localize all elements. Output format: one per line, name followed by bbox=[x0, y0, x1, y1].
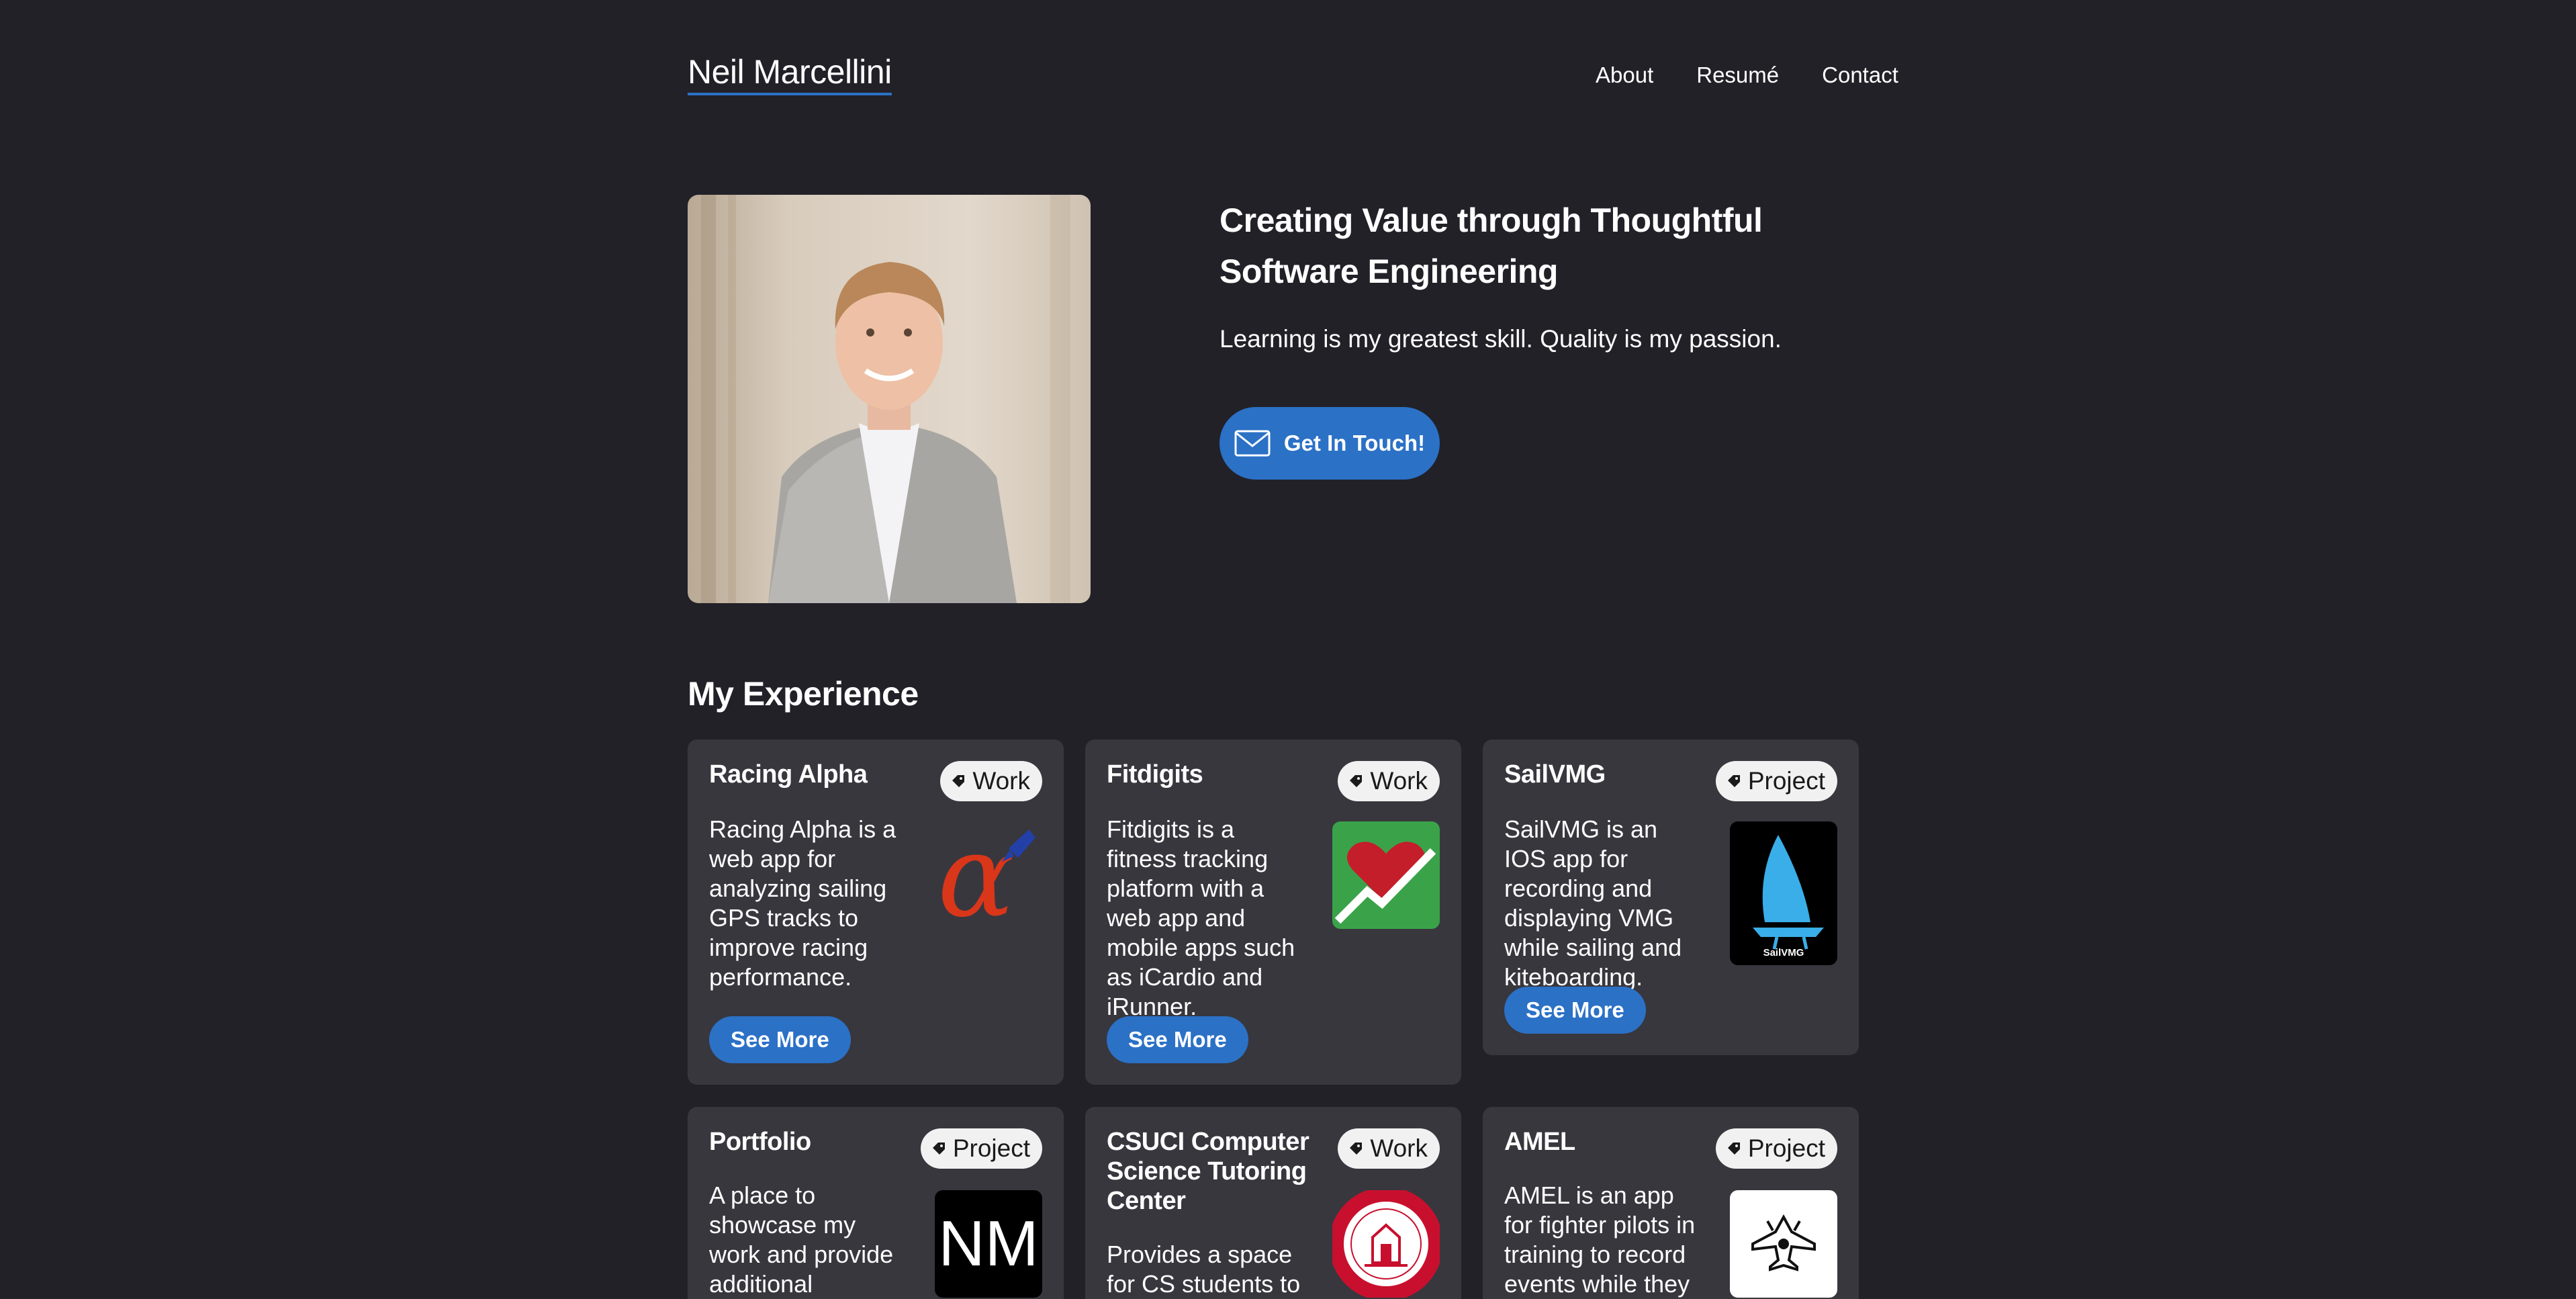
see-more-button[interactable]: See More bbox=[709, 1016, 851, 1063]
tag-badge: Work bbox=[1338, 1128, 1440, 1169]
tag-label: Project bbox=[1747, 1134, 1825, 1162]
card-title: SailVMG bbox=[1504, 760, 1606, 789]
tag-icon bbox=[951, 774, 966, 789]
experience-card-csuci: CSUCI Computer Science Tutoring Center W… bbox=[1085, 1107, 1461, 1299]
nav-link-resume[interactable]: Resumé bbox=[1696, 62, 1779, 89]
svg-text:α: α bbox=[937, 821, 1015, 929]
tag-label: Work bbox=[1370, 1134, 1428, 1162]
tag-badge: Project bbox=[1715, 761, 1837, 801]
card-description: AMEL is an app for fighter pilots in tra… bbox=[1504, 1181, 1696, 1298]
experience-heading: My Experience bbox=[688, 675, 919, 713]
tag-icon bbox=[1348, 1141, 1363, 1156]
main-nav: About Resumé Contact bbox=[1596, 62, 1898, 89]
tag-icon bbox=[1727, 774, 1741, 789]
card-description: Fitdigits is a fitness tracking platform… bbox=[1107, 815, 1295, 1020]
tag-icon bbox=[1348, 774, 1363, 789]
tag-label: Work bbox=[1370, 767, 1428, 795]
card-title: CSUCI Computer Science Tutoring Center bbox=[1107, 1128, 1309, 1215]
get-in-touch-label: Get In Touch! bbox=[1283, 431, 1426, 455]
racing-alpha-logo: α bbox=[935, 821, 1042, 929]
card-title: Fitdigits bbox=[1107, 760, 1203, 789]
profile-photo bbox=[688, 195, 1091, 603]
sailvmg-logo: SailVMG bbox=[1730, 821, 1837, 965]
tag-icon bbox=[1727, 1141, 1741, 1156]
hero-title: Creating Value through Thoughtful Softwa… bbox=[1220, 201, 1763, 290]
nav-link-contact[interactable]: Contact bbox=[1822, 62, 1898, 89]
tag-label: Project bbox=[952, 1134, 1030, 1162]
tag-badge: Work bbox=[940, 761, 1042, 801]
brand-link[interactable]: Neil Marcellini bbox=[688, 52, 892, 95]
card-title: AMEL bbox=[1504, 1128, 1575, 1156]
experience-card-portfolio: Portfolio Project A place to showcase my… bbox=[688, 1107, 1064, 1299]
card-description: Provides a space for CS students to bbox=[1107, 1241, 1301, 1298]
tag-badge: Project bbox=[1715, 1128, 1837, 1169]
hero-tagline: Learning is my greatest skill. Quality i… bbox=[1220, 325, 1782, 353]
experience-card-amel: AMEL Project AMEL is an app for fighter … bbox=[1483, 1107, 1859, 1299]
card-description: A place to showcase my work and provide … bbox=[709, 1181, 894, 1298]
nav-link-about[interactable]: About bbox=[1596, 62, 1653, 89]
card-description: Racing Alpha is a web app for analyzing … bbox=[709, 815, 896, 991]
tag-badge: Work bbox=[1338, 761, 1440, 801]
sailvmg-logo-caption: SailVMG bbox=[1763, 947, 1804, 958]
tag-icon bbox=[931, 1141, 946, 1156]
tag-label: Work bbox=[972, 767, 1030, 795]
see-more-button[interactable]: See More bbox=[1107, 1016, 1248, 1063]
see-more-button[interactable]: See More bbox=[1504, 987, 1646, 1034]
tag-badge: Project bbox=[920, 1128, 1042, 1169]
fitdigits-logo bbox=[1332, 821, 1440, 929]
portfolio-logo: NM bbox=[935, 1190, 1042, 1298]
amel-logo bbox=[1730, 1190, 1837, 1298]
get-in-touch-button[interactable]: Get In Touch! bbox=[1220, 407, 1440, 480]
mail-icon bbox=[1234, 430, 1271, 457]
experience-card-racing-alpha: Racing Alpha Work Racing Alpha is a web … bbox=[688, 740, 1064, 1085]
card-title: Portfolio bbox=[709, 1128, 811, 1156]
portfolio-logo-text: NM bbox=[938, 1208, 1039, 1280]
card-title: Racing Alpha bbox=[709, 760, 868, 789]
page: Neil Marcellini About Resumé Contact Cre… bbox=[0, 0, 2576, 1299]
card-description: SailVMG is an IOS app for recording and … bbox=[1504, 815, 1682, 991]
experience-card-fitdigits: Fitdigits Work Fitdigits is a fitness tr… bbox=[1085, 740, 1461, 1085]
experience-card-sailvmg: SailVMG Project SailVMG is an IOS app fo… bbox=[1483, 740, 1859, 1055]
csuci-seal-logo bbox=[1332, 1190, 1440, 1298]
tag-label: Project bbox=[1747, 767, 1825, 795]
